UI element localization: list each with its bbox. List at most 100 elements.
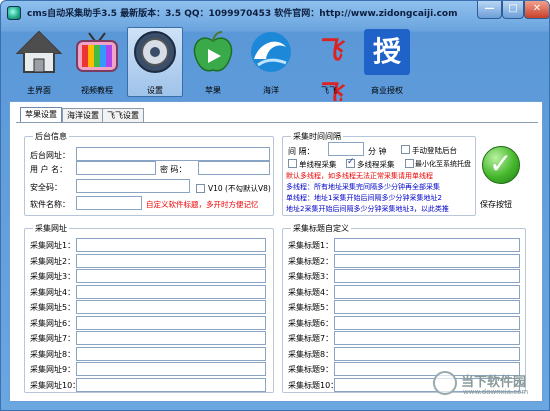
- collect-url-input-2[interactable]: [76, 253, 266, 268]
- toolbar-ocean[interactable]: 海洋: [243, 27, 299, 99]
- multi-thread-checkbox[interactable]: [346, 157, 355, 168]
- app-icon: [7, 6, 21, 20]
- collect-url-label-5: 采集网址5：: [30, 303, 76, 312]
- toolbar-label: 苹果: [205, 86, 221, 95]
- toolbar: 主界面 视频教程 设置 苹果 海洋 飞飞 飞飞 授 商业授权: [9, 27, 543, 110]
- collect-url-input-1[interactable]: [76, 238, 266, 252]
- toolbar-label: 设置: [147, 86, 163, 95]
- collect-title-label-3: 采集标题3：: [288, 272, 334, 281]
- collect-url-label-4: 采集网址4：: [30, 287, 76, 297]
- tv-icon: [76, 32, 118, 72]
- toolbar-home[interactable]: 主界面: [11, 27, 67, 99]
- collect-url-label-10: 采集网址10：: [30, 380, 81, 390]
- collect-url-label-1: 采集网址1：: [30, 241, 76, 250]
- apple-icon: [193, 31, 233, 72]
- collect-title-label-7: 采集标题7：: [288, 334, 334, 343]
- settings-panel: 苹果设置 海洋设置 飞飞设置 后台信息 后台网址： 用 户 名： 密 码： 安全…: [9, 101, 543, 402]
- software-name-note: 自定义软件标题，多开时方便记忆: [146, 200, 259, 209]
- collect-url-input-7[interactable]: [76, 331, 266, 345]
- collect-title-input-7[interactable]: [334, 331, 520, 345]
- minimize-tray-label: 最小化至系统托盘: [415, 160, 471, 168]
- collect-url-label-8: 采集网址8：: [30, 349, 76, 359]
- save-label: 保存按钮: [480, 200, 512, 209]
- interval-label: 间 隔：: [288, 147, 315, 156]
- collect-title-input-3[interactable]: [334, 269, 520, 283]
- minimize-button[interactable]: —: [477, 1, 502, 19]
- multi-thread-label: 多线程采集: [357, 160, 395, 169]
- tab-apple-settings[interactable]: 苹果设置: [20, 107, 62, 123]
- collect-title-label-5: 采集标题5：: [288, 303, 334, 312]
- collect-url-input-8[interactable]: [76, 346, 266, 361]
- username-label: 用 户 名：: [30, 165, 68, 174]
- collect-url-input-6[interactable]: [76, 315, 266, 330]
- collect-title-input-4[interactable]: [334, 284, 520, 299]
- collect-title-label-8: 采集标题8：: [288, 349, 334, 359]
- multi-thread-note: 多线程：所有地址采集完间隔多少分钟再全部采集: [286, 183, 440, 191]
- toolbar-apple[interactable]: 苹果: [185, 27, 241, 99]
- toolbar-label: 视频教程: [81, 86, 113, 95]
- collect-url-input-10[interactable]: [76, 377, 266, 392]
- toolbar-video[interactable]: 视频教程: [69, 27, 125, 99]
- password-label: 密 码：: [160, 165, 187, 174]
- collect-title-input-5[interactable]: [334, 300, 520, 314]
- feifei-icon: 飞飞: [315, 36, 342, 110]
- collect-url-input-9[interactable]: [76, 362, 266, 376]
- collect-title-label-1: 采集标题1：: [288, 241, 334, 250]
- collect-title-label-4: 采集标题4：: [288, 287, 334, 297]
- toolbar-settings[interactable]: 设置: [127, 27, 183, 99]
- collect-titles-legend: 采集标题自定义: [291, 223, 351, 234]
- close-button[interactable]: ✕: [524, 1, 549, 19]
- minimize-tray-checkbox[interactable]: [405, 159, 414, 168]
- collect-title-input-8[interactable]: [334, 346, 520, 361]
- watermark-logo: [433, 371, 457, 395]
- watermark-sub: www.downxia.com: [463, 388, 529, 396]
- title-bar[interactable]: cms自动采集助手3.5 最新版本：3.5 QQ：1099970453 软件官网…: [1, 1, 549, 25]
- single-thread-note-2: 地址2采集开始后间隔多少分钟采集地址3，以此类推: [286, 205, 449, 213]
- backend-url-label: 后台网址：: [30, 151, 70, 160]
- v10-checkbox[interactable]: [196, 184, 205, 193]
- collect-title-label-2: 采集标题2：: [288, 256, 334, 266]
- collect-url-input-5[interactable]: [76, 300, 266, 314]
- backend-legend: 后台信息: [33, 131, 69, 142]
- tab-ocean-settings[interactable]: 海洋设置: [62, 108, 104, 122]
- save-button[interactable]: ✓: [482, 146, 520, 184]
- interval-unit: 分 钟: [368, 147, 387, 156]
- thread-note: 默认多线程，如多线程无法正常采集请用单线程: [286, 172, 433, 180]
- single-thread-checkbox[interactable]: [288, 159, 297, 168]
- collect-url-label-2: 采集网址2：: [30, 256, 76, 266]
- software-name-input[interactable]: [76, 196, 142, 210]
- toolbar-label: 商业授权: [371, 86, 403, 95]
- window-title: cms自动采集助手3.5 最新版本：3.5 QQ：1099970453 软件官网…: [27, 9, 458, 19]
- maximize-button[interactable]: □: [502, 1, 524, 19]
- collect-url-input-4[interactable]: [76, 284, 266, 299]
- interval-input[interactable]: [328, 142, 364, 156]
- collect-url-input-3[interactable]: [76, 269, 266, 283]
- collect-title-input-6[interactable]: [334, 315, 520, 330]
- backend-url-input[interactable]: [76, 147, 270, 161]
- single-thread-label: 单线程采集: [299, 160, 337, 169]
- password-input[interactable]: [198, 161, 270, 175]
- check-icon: ✓: [489, 147, 513, 180]
- collect-title-input-2[interactable]: [334, 253, 520, 268]
- collect-url-label-9: 采集网址9：: [30, 365, 76, 374]
- toolbar-label: 主界面: [27, 86, 51, 95]
- v10-label: V10 (不勾默认V8): [208, 184, 271, 193]
- interval-legend: 采集时间间隔: [291, 131, 343, 142]
- manual-login-checkbox[interactable]: [401, 145, 410, 154]
- toolbar-label: 飞飞: [321, 86, 337, 95]
- wave-icon: [251, 32, 291, 72]
- collect-title-input-1[interactable]: [334, 238, 520, 252]
- collect-url-label-6: 采集网址6：: [30, 318, 76, 328]
- license-icon: 授: [364, 29, 410, 75]
- manual-login-label: 手动登陆后台: [412, 146, 457, 155]
- gear-icon: [134, 31, 176, 73]
- safe-code-input[interactable]: [76, 179, 190, 193]
- username-input[interactable]: [76, 161, 156, 175]
- toolbar-feifei[interactable]: 飞飞 飞飞: [301, 27, 357, 110]
- tab-feifei-settings[interactable]: 飞飞设置: [102, 108, 144, 122]
- toolbar-license[interactable]: 授 商业授权: [359, 27, 415, 99]
- app-window: cms自动采集助手3.5 最新版本：3.5 QQ：1099970453 软件官网…: [0, 0, 550, 411]
- collect-url-label-7: 采集网址7：: [30, 334, 76, 343]
- collect-title-label-9: 采集标题9：: [288, 365, 334, 374]
- collect-urls-legend: 采集网址: [33, 223, 69, 234]
